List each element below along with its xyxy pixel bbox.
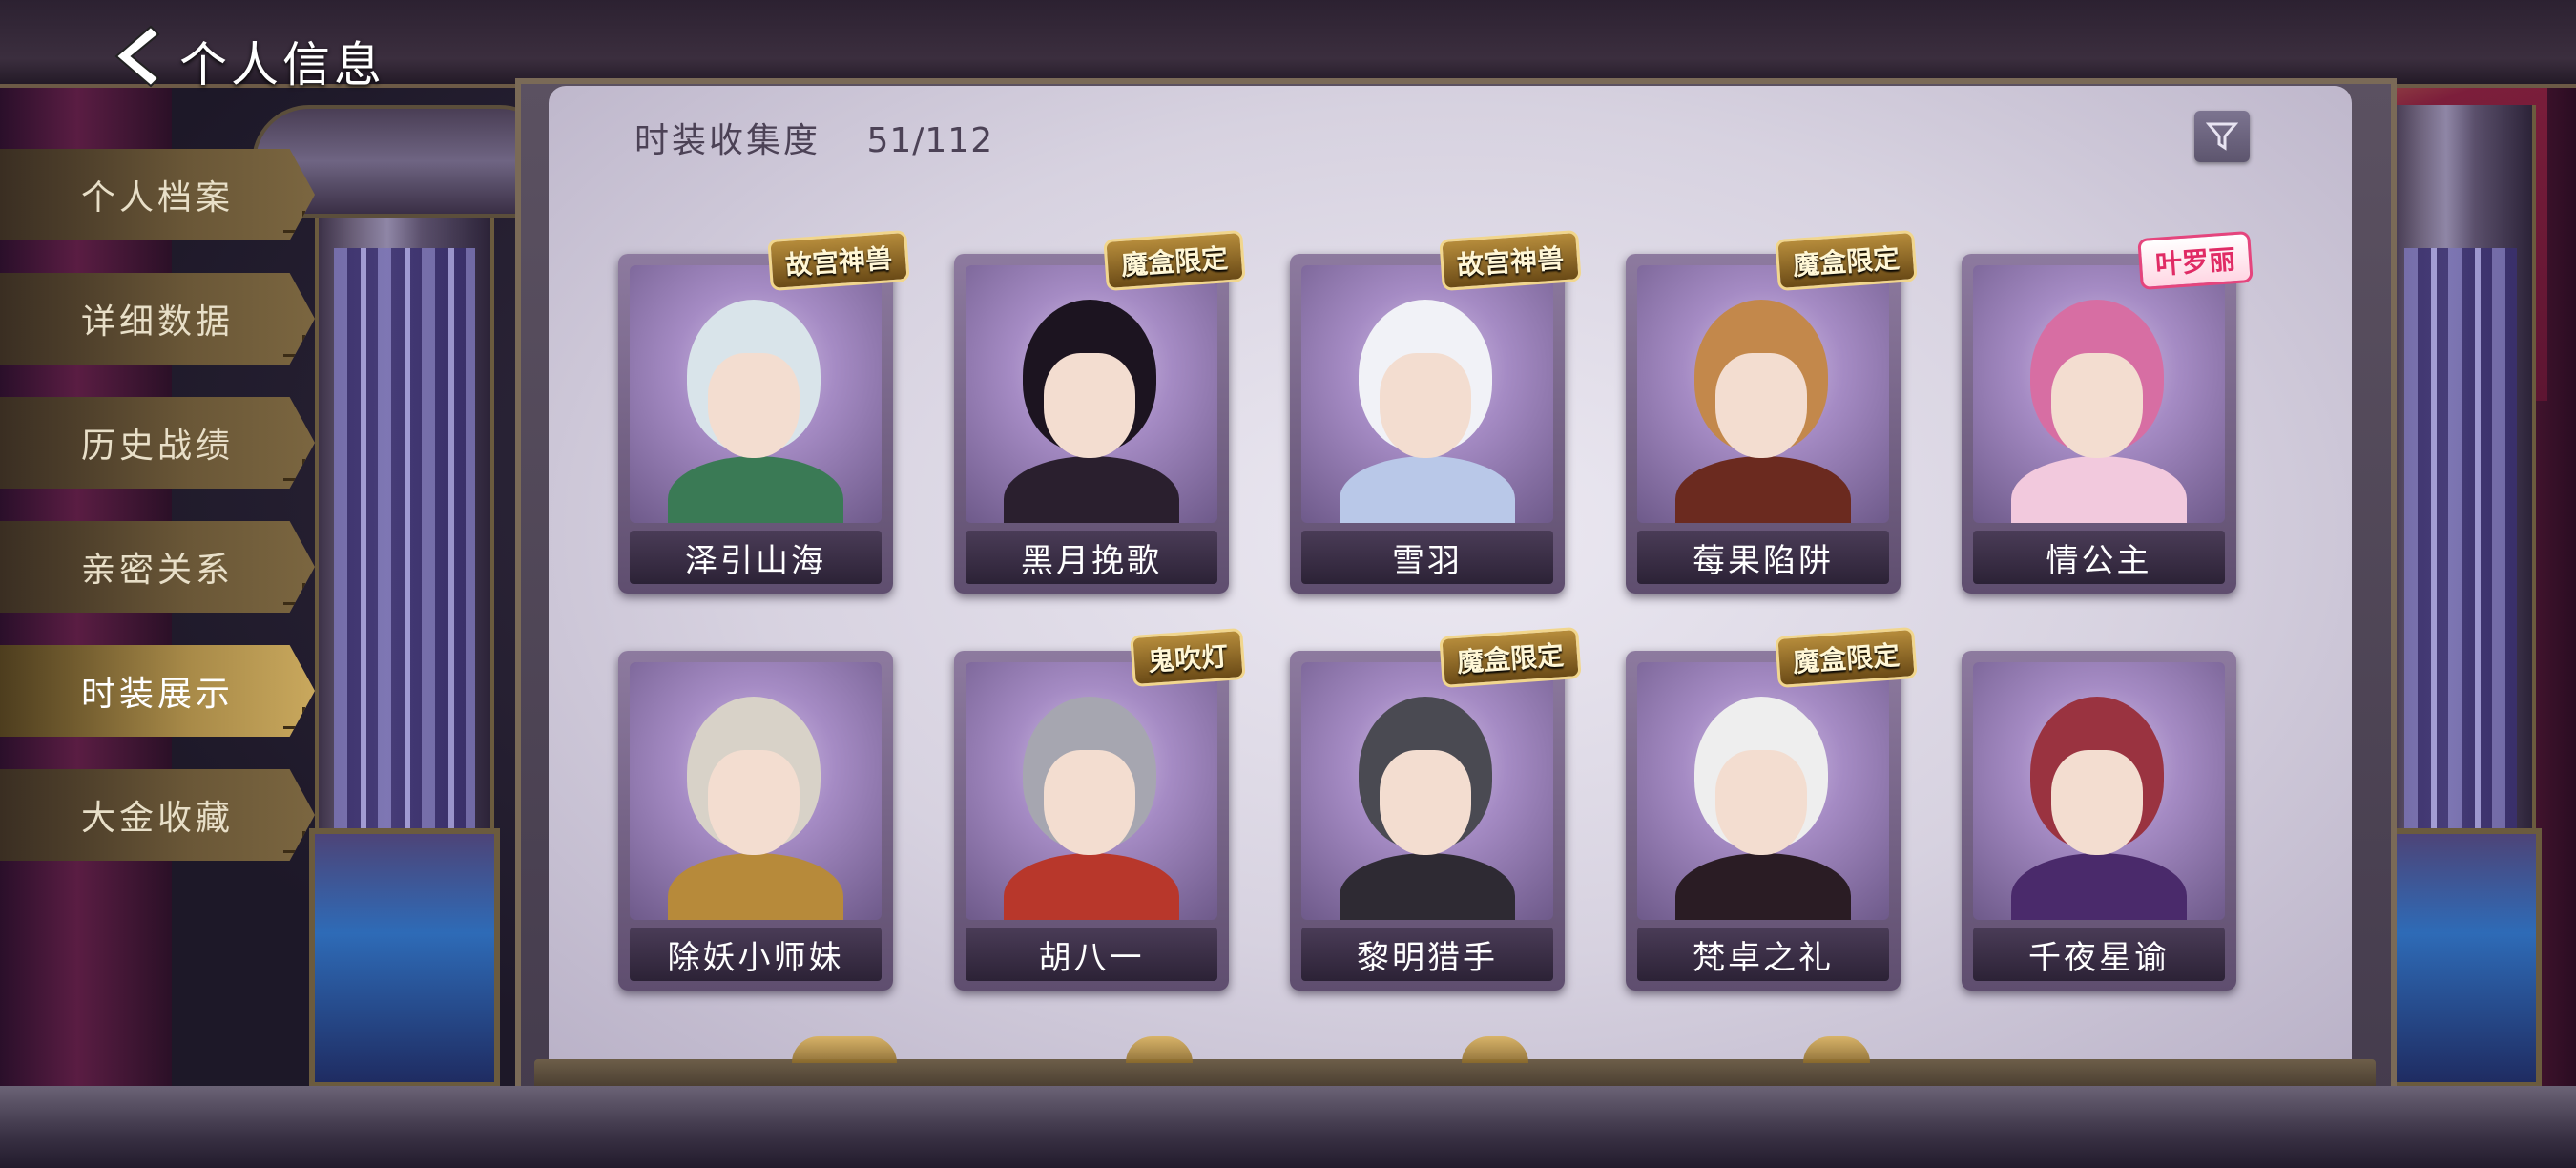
costume-badge: 魔盒限定	[1775, 626, 1918, 689]
sidebar-item-2[interactable]: 历史战绩	[0, 397, 315, 489]
sidebar-item-3[interactable]: 亲密关系	[0, 521, 315, 613]
costume-portrait	[1637, 662, 1889, 920]
top-bar	[0, 0, 2576, 88]
right-pillar	[2379, 105, 2542, 1088]
corner-ornament-icon	[283, 335, 305, 357]
costume-badge: 故宫神兽	[1439, 229, 1582, 292]
corner-ornament-icon	[283, 707, 305, 729]
filter-icon	[2206, 122, 2238, 151]
costume-card[interactable]: 黎明猎手 魔盒限定	[1290, 626, 1582, 991]
costume-card[interactable]: 雪羽 故宫神兽	[1290, 229, 1582, 594]
sidebar-item-0[interactable]: 个人档案	[0, 149, 315, 240]
page-title: 个人信息	[179, 37, 385, 93]
sidebar-item-label: 详细数据	[80, 302, 234, 342]
costume-name: 除妖小师妹	[630, 928, 882, 981]
sidebar-item-label: 大金收藏	[80, 799, 234, 838]
costume-card[interactable]: 胡八一 鬼吹灯	[954, 627, 1246, 991]
costume-name: 情公主	[1973, 531, 2225, 584]
costume-name: 黎明猎手	[1301, 928, 1553, 981]
costume-name: 雪羽	[1301, 531, 1553, 584]
costume-badge: 叶罗丽	[2137, 230, 2254, 291]
costume-badge: 故宫神兽	[767, 229, 910, 292]
costume-portrait	[630, 265, 882, 523]
corner-ornament-icon	[283, 831, 305, 853]
sidebar-item-5[interactable]: 大金收藏	[0, 769, 315, 861]
next-row-badge	[792, 1036, 897, 1063]
sidebar-menu: 个人档案详细数据历史战绩亲密关系时装展示大金收藏	[0, 149, 315, 893]
costume-name: 莓果陷阱	[1637, 531, 1889, 584]
costume-name: 泽引山海	[630, 531, 882, 584]
corner-ornament-icon	[283, 459, 305, 481]
costume-card[interactable]: 莓果陷阱 魔盒限定	[1626, 229, 1918, 594]
sidebar-item-1[interactable]: 详细数据	[0, 273, 315, 365]
corner-ornament-icon	[283, 211, 305, 233]
costume-name: 胡八一	[966, 928, 1217, 981]
costume-portrait	[1973, 265, 2225, 523]
stage-floor	[0, 1086, 2576, 1168]
sidebar-item-4[interactable]: 时装展示	[0, 645, 315, 737]
filter-button[interactable]	[2194, 111, 2250, 162]
costume-portrait	[630, 662, 882, 920]
sidebar-item-label: 时装展示	[80, 675, 234, 714]
costume-card[interactable]: 黑月挽歌 魔盒限定	[954, 229, 1246, 594]
sidebar-item-label: 亲密关系	[80, 551, 234, 590]
costume-card[interactable]: 梵卓之礼 魔盒限定	[1626, 626, 1918, 991]
sidebar-item-label: 个人档案	[80, 178, 234, 218]
left-pillar	[252, 105, 557, 1088]
costume-portrait	[966, 662, 1217, 920]
collection-progress: 时装收集度 51/112	[634, 113, 993, 162]
costume-card[interactable]: 泽引山海 故宫神兽	[618, 229, 910, 594]
costume-badge: 魔盒限定	[1775, 229, 1918, 292]
costume-card[interactable]: 除妖小师妹	[618, 651, 893, 991]
costume-portrait	[1973, 662, 2225, 920]
costume-badge: 魔盒限定	[1439, 626, 1582, 689]
costume-card[interactable]: 情公主 叶罗丽	[1962, 230, 2254, 594]
costume-name: 梵卓之礼	[1637, 928, 1889, 981]
corner-ornament-icon	[283, 583, 305, 605]
costume-portrait	[1637, 265, 1889, 523]
costume-name: 千夜星谕	[1973, 928, 2225, 981]
costume-badge: 鬼吹灯	[1130, 627, 1246, 688]
collection-label: 时装收集度	[634, 121, 821, 160]
costume-name: 黑月挽歌	[966, 531, 1217, 584]
collection-value: 51/112	[866, 121, 994, 160]
chevron-left-icon[interactable]	[107, 23, 164, 90]
sidebar-item-label: 历史战绩	[80, 427, 234, 466]
costume-card[interactable]: 千夜星谕	[1962, 651, 2236, 991]
costume-portrait	[966, 265, 1217, 523]
costume-portrait	[1301, 265, 1553, 523]
costume-portrait	[1301, 662, 1553, 920]
costume-badge: 魔盒限定	[1103, 229, 1246, 292]
